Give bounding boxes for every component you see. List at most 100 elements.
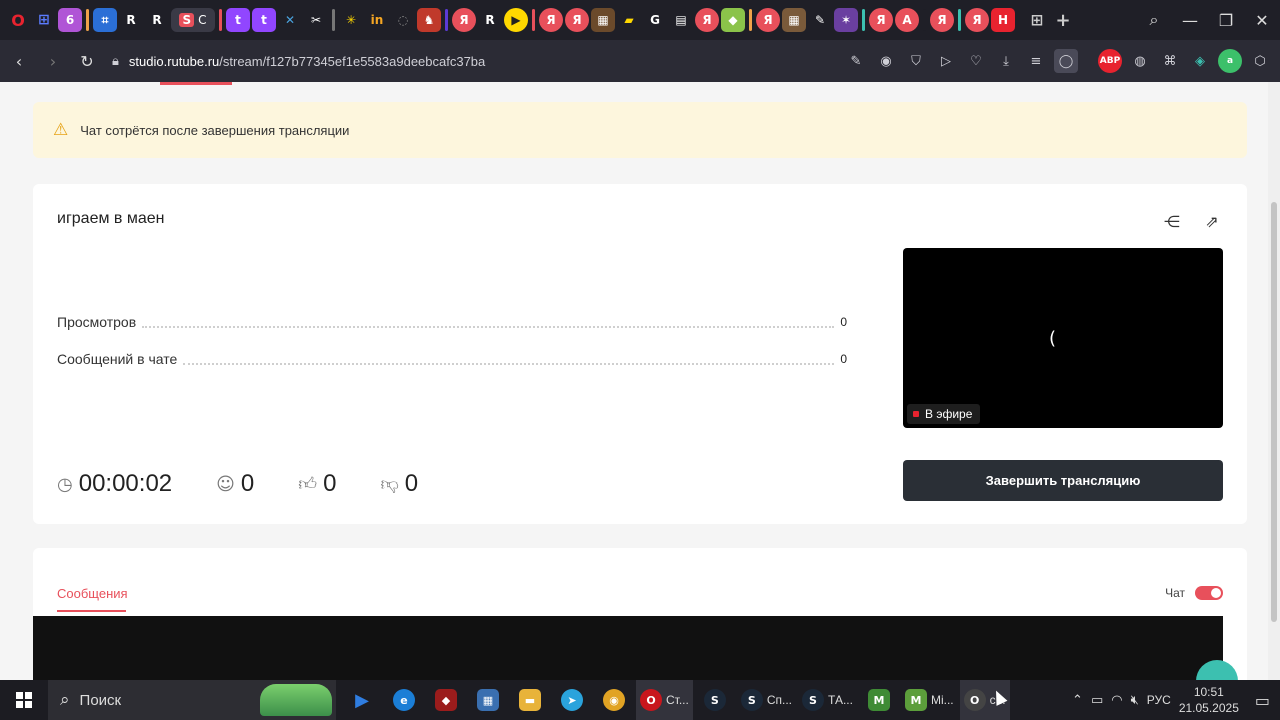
minimize-icon[interactable]: —: [1172, 2, 1208, 38]
scissors-icon[interactable]: ✂: [304, 8, 328, 32]
send-icon[interactable]: ▷: [934, 49, 958, 73]
twitch-icon[interactable]: t: [226, 8, 250, 32]
tab-icon-folder[interactable]: ▰: [617, 8, 641, 32]
shield-icon[interactable]: ⛉: [904, 49, 928, 73]
taskbar-app-steam-3[interactable]: S ТА...: [798, 680, 857, 720]
volume-muted-icon[interactable]: 🔇︎: [1131, 693, 1139, 708]
yandex-icon-3[interactable]: Я: [565, 8, 589, 32]
yandex-icon-8[interactable]: Я: [965, 8, 989, 32]
star-tab-icon[interactable]: ✳: [339, 8, 363, 32]
end-stream-button[interactable]: Завершить трансляцию: [903, 460, 1223, 501]
taskbar-app-media[interactable]: ▶: [342, 680, 382, 720]
tab-icon-6[interactable]: 6: [58, 8, 82, 32]
scrollbar-thumb[interactable]: [1271, 202, 1277, 622]
extension-icon[interactable]: ⌘: [1158, 49, 1182, 73]
tab-icon-pic[interactable]: ▦: [591, 8, 615, 32]
loading-tab-icon[interactable]: ◌: [391, 8, 415, 32]
lock-icon: 🔒︎: [112, 53, 119, 69]
chat-area[interactable]: [33, 616, 1223, 680]
new-tab-icon[interactable]: +: [1051, 8, 1075, 32]
tab-icon-red[interactable]: ♞: [417, 8, 441, 32]
battery-icon[interactable]: ▭: [1091, 693, 1103, 708]
extension-icon-2[interactable]: ◈: [1188, 49, 1212, 73]
minecraft-tab-icon[interactable]: ▦: [782, 8, 806, 32]
tab-icon-r3[interactable]: R: [478, 8, 502, 32]
document-tab-icon[interactable]: ▤: [669, 8, 693, 32]
tab-icon-r2[interactable]: R: [145, 8, 169, 32]
opera-menu-icon[interactable]: O: [6, 8, 30, 32]
live-badge: В эфире: [907, 404, 981, 424]
tab-icon-green[interactable]: ◆: [721, 8, 745, 32]
heart-icon[interactable]: ♡: [964, 49, 988, 73]
grid-tab-icon[interactable]: ⊞: [32, 8, 56, 32]
reload-icon[interactable]: ↻: [70, 44, 104, 78]
tab-messages[interactable]: Сообщения: [57, 586, 128, 601]
tab-icon-in[interactable]: in: [365, 8, 389, 32]
tab-group-separator: [219, 9, 222, 31]
forward-icon[interactable]: ›: [36, 44, 70, 78]
menu-icon[interactable]: ≡: [1024, 49, 1048, 73]
download-icon[interactable]: ⤓: [994, 49, 1018, 73]
extensions-cube-icon[interactable]: ⬡: [1248, 49, 1272, 73]
share-page-icon[interactable]: ✎: [844, 49, 868, 73]
url-field[interactable]: 🔒︎ studio.rutube.ru/stream/f127b77345ef1…: [112, 54, 485, 69]
taskbar-app-edge[interactable]: e: [384, 680, 424, 720]
share-icon[interactable]: ⋲: [1161, 210, 1183, 232]
taskbar-app-minecraft[interactable]: M Mi...: [901, 680, 958, 720]
tab-icon-r1[interactable]: R: [119, 8, 143, 32]
back-icon[interactable]: ‹: [2, 44, 36, 78]
google-icon[interactable]: G: [643, 8, 667, 32]
tab-icon-purple[interactable]: ✶: [834, 8, 858, 32]
language-indicator[interactable]: РУС: [1147, 693, 1171, 707]
obs-icon: O: [963, 689, 986, 711]
taskbar-app-calculator[interactable]: ▦: [468, 680, 508, 720]
taskbar-app-opera[interactable]: O Ст...: [636, 680, 693, 720]
page-scrollbar[interactable]: [1268, 82, 1280, 680]
stream-preview-player[interactable]: ( В эфире: [903, 248, 1223, 428]
taskbar-search[interactable]: ⌕ Поиск: [48, 680, 336, 720]
tab-icon-x[interactable]: ✕: [278, 8, 302, 32]
adblock-icon[interactable]: ABP: [1098, 49, 1122, 73]
active-tab[interactable]: S С: [171, 8, 215, 32]
yandex-icon-4[interactable]: Я: [695, 8, 719, 32]
yandex-icon-7[interactable]: Я: [930, 8, 954, 32]
tab-icon-tool[interactable]: ✎: [808, 8, 832, 32]
taskbar-app-explorer[interactable]: ▬: [510, 680, 550, 720]
search-highlight-image: [260, 684, 332, 716]
tab-icon-h[interactable]: H: [991, 8, 1015, 32]
vpn-globe-icon[interactable]: ◍: [1128, 49, 1152, 73]
tab-grid-icon[interactable]: ⊞: [1025, 8, 1049, 32]
yandex-icon-5[interactable]: Я: [756, 8, 780, 32]
search-tabs-icon[interactable]: ⌕: [1136, 2, 1172, 38]
taskbar-app-steam-2[interactable]: S Сп...: [737, 680, 796, 720]
steam-icon: S: [802, 689, 825, 711]
taskbar-app-steam[interactable]: S: [695, 680, 735, 720]
tab-icon-ai[interactable]: A: [895, 8, 919, 32]
warning-icon: ⚠: [53, 120, 69, 140]
taskbar-app-telegram[interactable]: ➤: [552, 680, 592, 720]
taskbar-apps: ▶ e ◆ ▦ ▬ ➤ ◉ O Ст... S S Сп... S ТА... …: [342, 680, 1010, 720]
start-button[interactable]: [0, 680, 48, 720]
browser-tab-strip: O ⊞ 6 ⌗ R R S С t t ✕ ✂ ✳ in ◌ ♞ Я R ▶ Я…: [0, 0, 1280, 40]
yandex-icon-2[interactable]: Я: [539, 8, 563, 32]
dislikes-metric: 👎︎ 0: [380, 470, 418, 498]
taskbar-app-red[interactable]: ◆: [426, 680, 466, 720]
taskbar-app-chrome[interactable]: ◉: [594, 680, 634, 720]
profile-icon[interactable]: ◯: [1054, 49, 1078, 73]
external-link-icon[interactable]: ⇗: [1201, 210, 1223, 232]
notifications-icon[interactable]: ▭: [1255, 691, 1270, 710]
taskbar-clock[interactable]: 10:51 21.05.2025: [1179, 684, 1239, 716]
play-tab-icon[interactable]: ▶: [504, 8, 528, 32]
yandex-icon[interactable]: Я: [452, 8, 476, 32]
yandex-icon-6[interactable]: Я: [869, 8, 893, 32]
close-icon[interactable]: ✕: [1244, 2, 1280, 38]
extension-icon-3[interactable]: a: [1218, 49, 1242, 73]
twitch-icon-2[interactable]: t: [252, 8, 276, 32]
chevron-up-icon[interactable]: ⌃: [1072, 693, 1083, 708]
camera-icon[interactable]: ◉: [874, 49, 898, 73]
taskbar-app-creeper[interactable]: M: [859, 680, 899, 720]
maximize-icon[interactable]: ❐: [1208, 2, 1244, 38]
chat-toggle[interactable]: [1195, 586, 1223, 600]
tab-icon-grid[interactable]: ⌗: [93, 8, 117, 32]
wifi-icon[interactable]: ◠: [1111, 693, 1122, 708]
